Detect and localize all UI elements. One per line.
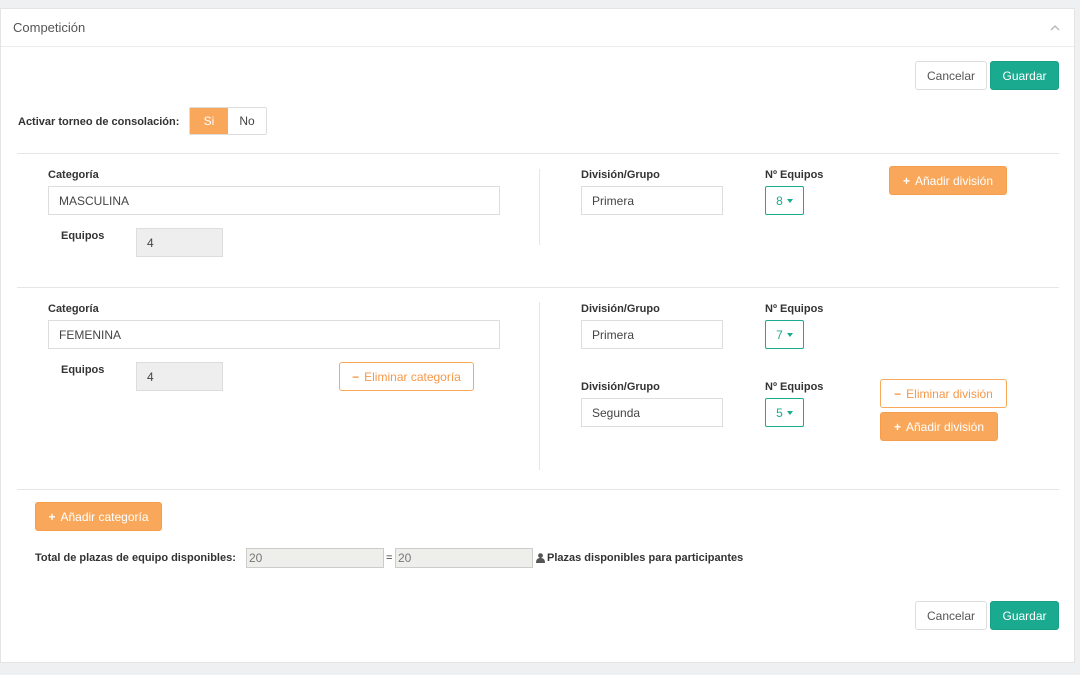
category-label: Categoría	[48, 169, 99, 181]
num-teams-value: 8	[776, 193, 783, 208]
available-slots-field: 20	[395, 548, 533, 568]
consolation-toggle: Si No	[189, 107, 267, 135]
add-division-label: Añadir división	[905, 419, 985, 434]
minus-icon: −	[894, 386, 902, 401]
plus-icon: +	[48, 509, 56, 524]
save-button-top[interactable]: Guardar	[990, 61, 1059, 90]
division-name-input[interactable]: Primera	[581, 320, 723, 349]
category-label: Categoría	[48, 303, 99, 315]
caret-down-icon	[786, 198, 793, 203]
num-teams-label: Nº Equipos	[765, 381, 824, 393]
divider	[17, 287, 1059, 288]
minus-icon: −	[352, 369, 360, 384]
remove-category-button[interactable]: − Eliminar categoría	[339, 362, 474, 391]
add-category-label: Añadir categoría	[60, 509, 149, 524]
division-name-input[interactable]: Primera	[581, 186, 723, 215]
cancel-button-bottom[interactable]: Cancelar	[915, 601, 987, 630]
user-icon	[536, 553, 545, 563]
caret-down-icon	[786, 332, 793, 337]
plus-icon: +	[893, 419, 901, 434]
divider	[17, 489, 1059, 490]
caret-down-icon	[786, 410, 793, 415]
num-teams-label: Nº Equipos	[765, 303, 824, 315]
division-label: División/Grupo	[581, 381, 660, 393]
division-label: División/Grupo	[581, 303, 660, 315]
panel-header: Competición	[1, 9, 1074, 47]
category-name-input[interactable]: FEMENINA	[48, 320, 500, 349]
chevron-up-icon[interactable]	[1050, 23, 1060, 33]
consolation-no-option[interactable]: No	[228, 108, 266, 134]
category-name-input[interactable]: MASCULINA	[48, 186, 500, 215]
division-label: División/Grupo	[581, 169, 660, 181]
equals-sign: =	[386, 552, 393, 564]
teams-label: Equipos	[61, 364, 105, 376]
add-division-button[interactable]: + Añadir división	[889, 166, 1007, 195]
num-teams-select[interactable]: 5	[765, 398, 804, 427]
add-division-button[interactable]: + Añadir división	[880, 412, 998, 441]
add-category-button[interactable]: + Añadir categoría	[35, 502, 162, 531]
teams-count-field: 4	[136, 362, 223, 391]
add-division-label: Añadir división	[914, 173, 994, 188]
panel-title: Competición	[13, 20, 86, 35]
column-divider	[539, 302, 540, 470]
num-teams-select[interactable]: 8	[765, 186, 804, 215]
total-slots-field: 20	[246, 548, 384, 568]
save-button-bottom[interactable]: Guardar	[990, 601, 1059, 630]
consolation-yes-option[interactable]: Si	[190, 108, 228, 134]
remove-division-label: Eliminar división	[906, 386, 993, 401]
num-teams-select[interactable]: 7	[765, 320, 804, 349]
cancel-button-top[interactable]: Cancelar	[915, 61, 987, 90]
remove-category-label: Eliminar categoría	[364, 369, 461, 384]
plus-icon: +	[902, 173, 910, 188]
division-name-input[interactable]: Segunda	[581, 398, 723, 427]
column-divider	[539, 169, 540, 245]
divider	[17, 153, 1059, 154]
num-teams-value: 5	[776, 405, 783, 420]
remove-division-button[interactable]: − Eliminar división	[880, 379, 1007, 408]
available-participants-label: Plazas disponibles para participantes	[547, 552, 744, 564]
total-slots-label: Total de plazas de equipo disponibles:	[35, 552, 236, 564]
teams-label: Equipos	[61, 230, 105, 242]
competition-panel: Competición Cancelar Guardar Activar tor…	[0, 8, 1075, 663]
num-teams-label: Nº Equipos	[765, 169, 824, 181]
consolation-label: Activar torneo de consolación:	[18, 116, 180, 128]
teams-count-field: 4	[136, 228, 223, 257]
num-teams-value: 7	[776, 327, 783, 342]
